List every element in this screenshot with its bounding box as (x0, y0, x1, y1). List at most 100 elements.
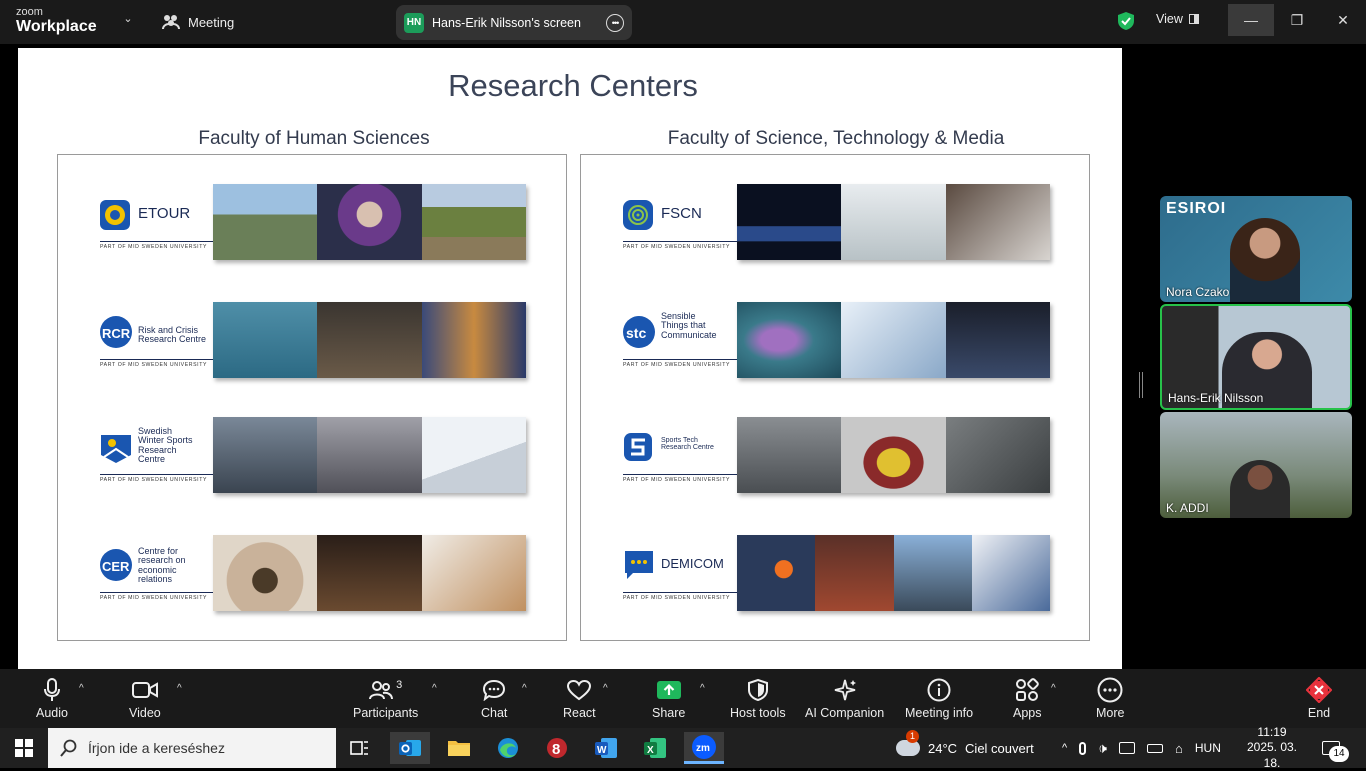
center-logo-winter-sports: Swedish Winter Sports Research Centre PART … (98, 426, 218, 485)
research-center-row: CER Centre for research on economic relatio… (58, 535, 566, 611)
cer-logo-icon: CER (100, 549, 132, 581)
center-logo-sports-tech: Sports Tech Research Centre PART OF MID S… (621, 427, 741, 485)
meeting-tab[interactable]: Meeting (162, 11, 234, 33)
file-explorer-app[interactable] (439, 732, 479, 764)
photo-workshop (317, 417, 422, 493)
svg-text:RCR: RCR (102, 326, 131, 341)
notifications-button[interactable]: 14 (1322, 728, 1349, 768)
chat-label: Chat (481, 706, 508, 720)
photo-skier (421, 417, 526, 493)
end-label: End (1307, 706, 1331, 720)
share-label: Hans-Erik Nilsson's screen (432, 15, 581, 30)
zoom-app[interactable]: zm (684, 732, 724, 764)
apps-options-caret-icon[interactable]: ^ (1051, 683, 1056, 694)
faculty-box-science-tech-media: FSCN PART OF MID SWEDEN UNIVERSITY stc S… (580, 154, 1090, 641)
photo-hands (213, 535, 318, 611)
share-options-caret-icon[interactable]: ^ (700, 683, 705, 694)
panel-resize-handle[interactable] (1139, 372, 1143, 398)
meeting-info-button[interactable]: Meeting info (905, 677, 973, 720)
center-subtitle: PART OF MID SWEDEN UNIVERSITY (623, 241, 741, 250)
screen-share-indicator[interactable]: HN Hans-Erik Nilsson's screen ••• (396, 5, 632, 40)
rcr-logo-icon: RCR (100, 316, 132, 348)
video-button[interactable]: Video (129, 677, 161, 720)
stc-logo-icon: stc (623, 316, 655, 348)
taskbar-search[interactable]: Írjon ide a kereséshez (48, 728, 336, 768)
center-name: Risk and Crisis Research Centre (138, 325, 207, 345)
task-view-button[interactable] (340, 732, 380, 764)
host-tools-button[interactable]: Host tools (730, 677, 786, 720)
participant-tile-active-speaker[interactable]: Hans-Erik Nilsson (1160, 304, 1352, 410)
svg-text:stc: stc (626, 325, 646, 341)
video-options-caret-icon[interactable]: ^ (177, 683, 182, 694)
meeting-label: Meeting (188, 14, 235, 30)
svg-text:W: W (597, 745, 607, 756)
language-indicator[interactable]: HUN (1195, 741, 1221, 755)
ai-companion-label: AI Companion (805, 706, 885, 720)
center-name: FSCN (661, 205, 702, 222)
more-button[interactable]: More (1096, 677, 1124, 720)
excel-app[interactable]: X (635, 732, 675, 764)
center-photo-strip (213, 302, 526, 378)
photo-crowd (317, 302, 422, 378)
react-options-caret-icon[interactable]: ^ (603, 683, 608, 694)
notification-icon: 14 (1322, 741, 1349, 762)
view-button[interactable]: View (1156, 12, 1199, 26)
brand-large: Workplace (16, 18, 97, 35)
participant-tile[interactable]: ESIROI Nora Czako (1160, 196, 1352, 302)
start-button[interactable] (4, 732, 44, 764)
chat-button[interactable]: Chat (481, 677, 507, 720)
audio-button[interactable]: Audio (36, 677, 68, 720)
end-call-icon (1306, 677, 1332, 703)
photo-blur-crowd (421, 302, 526, 378)
video-label: Video (129, 706, 161, 720)
folder-icon (448, 741, 470, 756)
apps-button[interactable]: Apps (1013, 677, 1042, 720)
svg-text:8: 8 (552, 741, 560, 758)
security-shield-icon[interactable] (1117, 11, 1135, 31)
center-logo-cer: CER Centre for research on economic relatio… (98, 545, 218, 603)
microphone-tray-icon[interactable] (1079, 741, 1087, 755)
clock[interactable]: 11:19 2025. 03. 18. (1240, 725, 1304, 770)
minimize-button[interactable]: — (1228, 4, 1274, 36)
show-hidden-icons-chevron-icon[interactable]: ^ (1062, 742, 1067, 754)
chat-options-caret-icon[interactable]: ^ (522, 683, 527, 694)
screen-share-tray-icon[interactable] (1119, 742, 1135, 754)
more-icon (1097, 677, 1123, 703)
wifi-icon[interactable]: ⌂ (1175, 741, 1183, 756)
participant-tile[interactable]: K. ADDI (1160, 412, 1352, 518)
center-photo-strip (213, 417, 526, 493)
apps-label: Apps (1013, 706, 1042, 720)
weather-cloud-icon: 1 (896, 730, 920, 756)
search-icon (60, 739, 77, 757)
edge-app[interactable] (488, 732, 528, 764)
meeting-icon (162, 15, 180, 30)
volume-icon[interactable]: 🕩 (1098, 740, 1107, 757)
word-app[interactable]: W (586, 732, 626, 764)
photo-landscape (213, 184, 318, 260)
audio-options-caret-icon[interactable]: ^ (79, 683, 84, 694)
more-label: More (1096, 706, 1125, 720)
participant-video (1230, 218, 1300, 302)
battery-icon[interactable] (1147, 743, 1163, 753)
zoom-workplace-menu[interactable]: zoom Workplace (16, 7, 97, 35)
outlook-icon (399, 740, 421, 756)
research-center-row: DEMICOM PART OF MID SWEDEN UNIVERSITY (581, 535, 1089, 611)
microphone-icon (43, 678, 60, 701)
heart-icon (567, 679, 592, 701)
chevron-down-icon[interactable]: ⌄ (121, 12, 135, 26)
ai-companion-button[interactable]: AI Companion (805, 677, 884, 720)
close-button[interactable]: ✕ (1320, 4, 1366, 36)
more-options-icon[interactable]: ••• (606, 13, 624, 32)
participants-options-caret-icon[interactable]: ^ (432, 683, 437, 694)
presenter-avatar: HN (404, 12, 424, 33)
outlook-app[interactable] (390, 732, 430, 764)
share-button[interactable]: Share (652, 677, 685, 720)
end-button[interactable]: End (1306, 677, 1332, 720)
maximize-button[interactable]: ❐ (1274, 4, 1320, 36)
app-8-button[interactable]: 8 (537, 732, 577, 764)
center-photo-strip (737, 302, 1050, 378)
participants-button[interactable]: 3 Participants (353, 677, 418, 720)
photo-microphone (737, 535, 816, 611)
react-button[interactable]: React (563, 677, 596, 720)
weather-widget[interactable]: 1 24°C Ciel couvert (896, 728, 1034, 768)
